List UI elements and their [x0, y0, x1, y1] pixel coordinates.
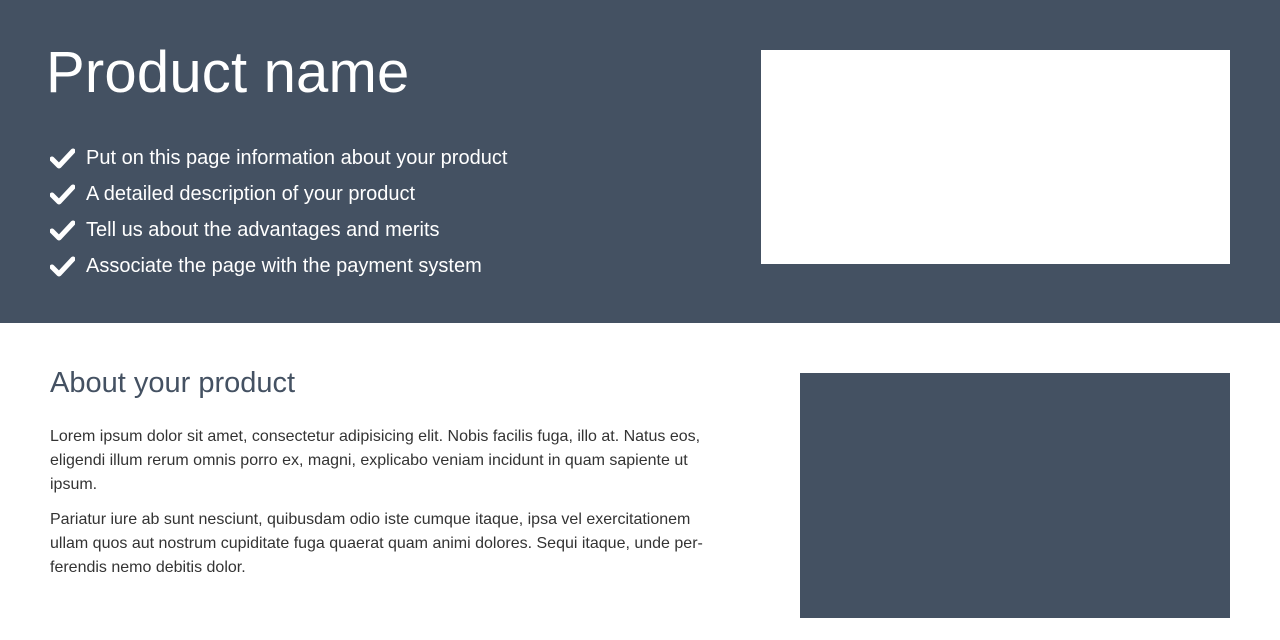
hero-section: Product name Put on this page informatio… — [0, 0, 1280, 323]
feature-item: Associate the page with the payment syst… — [50, 248, 507, 284]
feature-text: Tell us about the advantages and merits — [86, 219, 440, 241]
feature-text: A detailed description of your product — [86, 183, 416, 205]
product-image-placeholder — [761, 50, 1230, 264]
product-title: Product name — [46, 40, 410, 105]
feature-item: Put on this page information about your … — [50, 140, 507, 176]
check-icon — [50, 256, 75, 277]
feature-text: Associate the page with the payment syst… — [86, 255, 482, 277]
check-icon — [50, 220, 75, 241]
about-paragraph: Pariatur iure ab sunt nesciunt, quibusda… — [50, 511, 703, 576]
feature-item: A detailed description of your product — [50, 176, 507, 212]
about-title: About your product — [50, 367, 296, 399]
feature-item: Tell us about the advantages and merits — [50, 212, 507, 248]
about-image-placeholder — [800, 373, 1230, 618]
check-icon — [50, 184, 75, 205]
check-icon — [50, 148, 75, 169]
feature-text: Put on this page information about your … — [86, 147, 508, 169]
feature-list: Put on this page information about your … — [50, 140, 507, 284]
about-paragraph: Lorem ipsum dolor sit amet, consectetur … — [50, 428, 701, 493]
